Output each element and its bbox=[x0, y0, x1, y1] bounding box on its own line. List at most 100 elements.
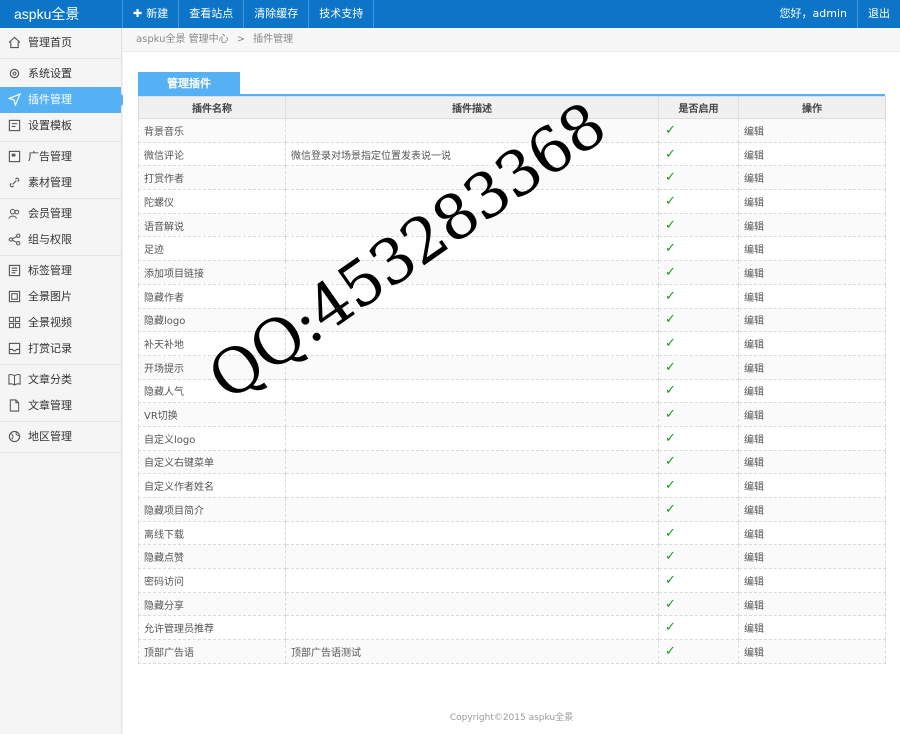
sidebar-group: 系统设置插件管理 设置模板 bbox=[0, 59, 128, 142]
sidebar-item[interactable]: 广告管理 bbox=[0, 144, 121, 170]
plugin-name-cell: 顶部广告语 bbox=[138, 639, 286, 664]
plugin-desc-cell bbox=[285, 283, 659, 309]
sidebar-item[interactable]: 打赏记录 bbox=[0, 336, 121, 362]
edit-link[interactable]: 编辑 bbox=[738, 165, 886, 191]
table-row: 允许管理员推荐 ✓ 编辑 bbox=[138, 615, 886, 641]
breadcrumb-separator: > bbox=[236, 34, 246, 45]
brand-logo[interactable]: aspku全景 bbox=[0, 4, 122, 24]
sidebar-item[interactable]: 素材管理 bbox=[0, 170, 121, 196]
plugin-desc-cell bbox=[285, 449, 659, 475]
enabled-check-icon: ✓ bbox=[658, 189, 739, 214]
enabled-check-icon: ✓ bbox=[658, 165, 739, 191]
table-header-row: 插件名称 插件描述 是否启用 操作 bbox=[138, 96, 886, 119]
header-action: 操作 bbox=[738, 96, 886, 119]
enabled-check-icon: ✓ bbox=[658, 354, 739, 380]
sidebar-item-label: 文章管理 bbox=[28, 399, 72, 412]
edit-link[interactable]: 编辑 bbox=[738, 449, 886, 475]
sidebar-item[interactable]: 管理首页 bbox=[0, 30, 121, 56]
enabled-check-icon: ✓ bbox=[658, 544, 739, 570]
plugin-desc-cell bbox=[285, 402, 659, 427]
table-row: 隐藏作者 ✓ 编辑 bbox=[138, 283, 886, 309]
ad-icon bbox=[8, 150, 21, 163]
sidebar-item[interactable]: 系统设置 bbox=[0, 61, 121, 87]
table-row: VR切换 ✓ 编辑 bbox=[138, 402, 886, 427]
sidebar: 管理首页 系统设置 插件管理 设置模板 广告管理 素材管理 会员管理 组与权限 标签管理 全景图片… bbox=[0, 28, 128, 734]
sidebar-item[interactable]: 地区管理 bbox=[0, 424, 121, 450]
edit-link[interactable]: 编辑 bbox=[738, 497, 886, 522]
table-row: 自定义作者姓名 ✓ 编辑 bbox=[138, 473, 886, 498]
sidebar-item-label: 管理首页 bbox=[28, 36, 72, 49]
table-row: 语音解说 ✓ 编辑 bbox=[138, 212, 886, 238]
edit-link[interactable]: 编辑 bbox=[738, 544, 886, 570]
enabled-check-icon: ✓ bbox=[658, 449, 739, 475]
plugin-name-cell: 自定义右键菜单 bbox=[138, 449, 286, 475]
plugin-name-cell: 开场提示 bbox=[138, 354, 286, 380]
edit-link[interactable]: 编辑 bbox=[738, 283, 886, 309]
sidebar-item[interactable]: 文章管理 bbox=[0, 393, 121, 419]
plugin-desc-cell bbox=[285, 520, 659, 546]
grid-icon bbox=[8, 316, 21, 329]
sidebar-item-label: 系统设置 bbox=[28, 67, 72, 80]
edit-link[interactable]: 编辑 bbox=[738, 260, 886, 285]
logout-link[interactable]: 退出 bbox=[857, 0, 900, 28]
table-row: 自定义右键菜单 ✓ 编辑 bbox=[138, 449, 886, 475]
edit-link[interactable]: 编辑 bbox=[738, 141, 886, 167]
sidebar-item[interactable]: 会员管理 bbox=[0, 201, 121, 227]
edit-link[interactable]: 编辑 bbox=[738, 118, 886, 143]
support-link[interactable]: 技术支持 bbox=[309, 0, 375, 28]
table-row: 陀螺仪 ✓ 编辑 bbox=[138, 189, 886, 214]
table-row: 打赏作者 ✓ 编辑 bbox=[138, 165, 886, 191]
table-row: 隐藏点赞 ✓ 编辑 bbox=[138, 544, 886, 570]
plugin-desc-cell bbox=[285, 544, 659, 570]
edit-link[interactable]: 编辑 bbox=[738, 212, 886, 238]
view-site-link[interactable]: 查看站点 bbox=[179, 0, 245, 28]
edit-link[interactable]: 编辑 bbox=[738, 331, 886, 356]
sidebar-item[interactable]: 全景视频 bbox=[0, 310, 121, 336]
edit-link[interactable]: 编辑 bbox=[738, 473, 886, 498]
plugin-name-cell: 密码访问 bbox=[138, 568, 286, 593]
edit-link[interactable]: 编辑 bbox=[738, 307, 886, 333]
edit-link[interactable]: 编辑 bbox=[738, 568, 886, 593]
table-row: 背景音乐 ✓ 编辑 bbox=[138, 118, 886, 143]
edit-link[interactable]: 编辑 bbox=[738, 639, 886, 664]
tab-manage-plugins[interactable]: 管理插件 bbox=[138, 72, 240, 96]
edit-link[interactable]: 编辑 bbox=[738, 591, 886, 617]
sidebar-group: 广告管理 素材管理 bbox=[0, 142, 121, 199]
sidebar-item[interactable]: 全景图片 bbox=[0, 284, 121, 310]
plugin-name-cell: 离线下载 bbox=[138, 520, 286, 546]
sidebar-item[interactable]: 组与权限 bbox=[0, 227, 121, 253]
edit-link[interactable]: 编辑 bbox=[738, 520, 886, 546]
breadcrumb-root[interactable]: aspku全景 管理中心 bbox=[136, 34, 229, 45]
table-row: 隐藏项目简介 ✓ 编辑 bbox=[138, 497, 886, 522]
users-icon bbox=[8, 207, 21, 220]
user-greeting[interactable]: 您好，admin bbox=[770, 0, 857, 28]
template-icon bbox=[8, 119, 21, 132]
enabled-check-icon: ✓ bbox=[658, 568, 739, 593]
sidebar-group: 文章分类文章管理 bbox=[0, 365, 121, 422]
sidebar-item[interactable]: 设置模板 bbox=[0, 113, 121, 139]
plugin-name-cell: 足迹 bbox=[138, 236, 286, 262]
plugin-desc-cell bbox=[285, 568, 659, 593]
edit-link[interactable]: 编辑 bbox=[738, 189, 886, 214]
tag-list-icon bbox=[8, 264, 21, 277]
new-button[interactable]: ✚ 新建 bbox=[122, 0, 180, 28]
header-plugin-desc: 插件描述 bbox=[285, 96, 659, 119]
edit-link[interactable]: 编辑 bbox=[738, 378, 886, 404]
inbox-icon bbox=[8, 342, 21, 355]
enabled-check-icon: ✓ bbox=[658, 615, 739, 641]
clear-cache-link[interactable]: 清除缓存 bbox=[244, 0, 310, 28]
footer-copyright: Copyright©2015 aspku全景 bbox=[449, 713, 574, 723]
sidebar-item[interactable]: 文章分类 bbox=[0, 367, 121, 393]
edit-link[interactable]: 编辑 bbox=[738, 615, 886, 641]
edit-link[interactable]: 编辑 bbox=[738, 402, 886, 427]
sidebar-item[interactable]: 插件管理 bbox=[0, 87, 128, 113]
enabled-check-icon: ✓ bbox=[658, 473, 739, 498]
edit-link[interactable]: 编辑 bbox=[738, 354, 886, 380]
edit-link[interactable]: 编辑 bbox=[738, 425, 886, 451]
sidebar-item[interactable]: 标签管理 bbox=[0, 258, 121, 284]
plugin-name-cell: 隐藏人气 bbox=[138, 378, 286, 404]
plugin-desc-cell bbox=[285, 615, 659, 641]
image-icon bbox=[8, 290, 21, 303]
edit-link[interactable]: 编辑 bbox=[738, 236, 886, 262]
sidebar-item-label: 全景图片 bbox=[28, 290, 72, 303]
